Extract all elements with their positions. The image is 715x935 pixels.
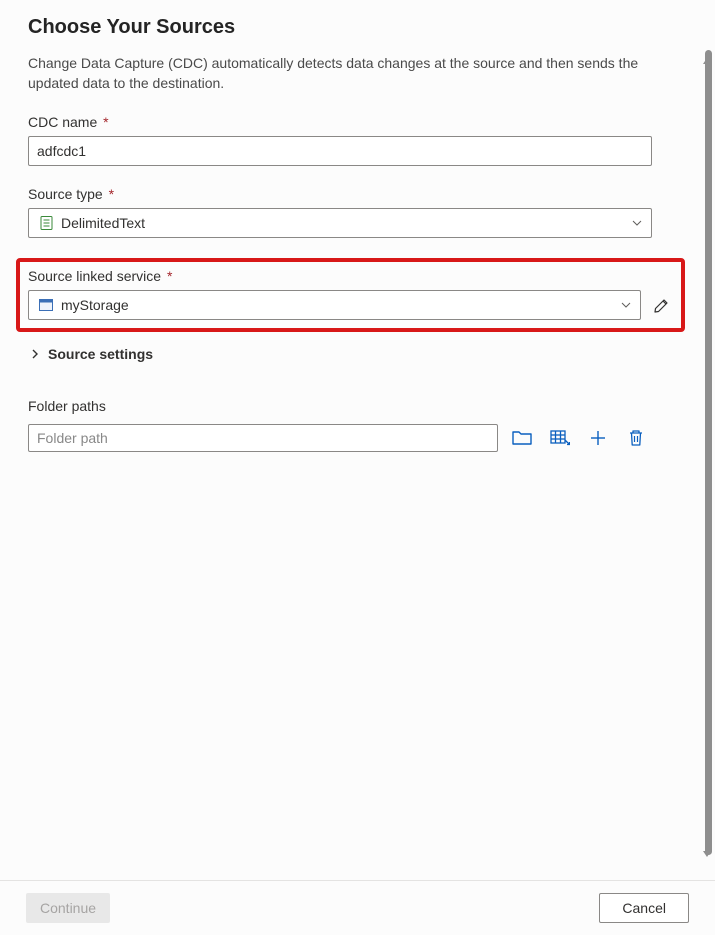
required-marker: * (103, 114, 108, 130)
cdc-name-input[interactable] (28, 136, 652, 166)
source-type-label: Source type * (28, 186, 677, 202)
required-marker: * (167, 268, 172, 284)
browse-folder-button[interactable] (512, 428, 532, 448)
linked-service-label: Source linked service * (28, 268, 673, 284)
storage-icon (39, 298, 53, 312)
source-settings-expander[interactable]: Source settings (28, 346, 677, 362)
source-type-field: Source type * DelimitedText (28, 186, 677, 238)
linked-service-select[interactable]: myStorage (28, 290, 641, 320)
folder-paths-label: Folder paths (28, 398, 677, 414)
page-title: Choose Your Sources (28, 16, 677, 39)
chevron-right-icon (28, 347, 42, 361)
continue-button[interactable]: Continue (26, 893, 110, 923)
linked-service-label-text: Source linked service (28, 268, 161, 284)
cdc-name-label-text: CDC name (28, 114, 97, 130)
delete-folder-button[interactable] (626, 428, 646, 448)
file-icon (39, 216, 53, 230)
cancel-button[interactable]: Cancel (599, 893, 689, 923)
linked-service-highlight: Source linked service * myStorage (16, 258, 685, 332)
cdc-name-field: CDC name * (28, 114, 677, 166)
preview-data-button[interactable] (550, 428, 570, 448)
footer: Continue Cancel (0, 880, 715, 935)
folder-paths-row (28, 424, 677, 452)
source-type-label-text: Source type (28, 186, 103, 202)
scroll-thumb[interactable] (705, 50, 712, 855)
source-type-select[interactable]: DelimitedText (28, 208, 652, 238)
folder-actions (512, 428, 646, 448)
add-folder-button[interactable] (588, 428, 608, 448)
source-type-value: DelimitedText (61, 215, 631, 231)
chevron-down-icon (631, 217, 643, 229)
cdc-name-label: CDC name * (28, 114, 677, 130)
folder-path-input[interactable] (28, 424, 498, 452)
edit-linked-service-button[interactable] (651, 294, 673, 316)
page-description: Change Data Capture (CDC) automatically … (28, 53, 677, 94)
linked-service-value: myStorage (61, 297, 620, 313)
chevron-down-icon (620, 299, 632, 311)
scrollbar[interactable] (703, 50, 713, 855)
scroll-down-arrow[interactable] (701, 848, 713, 860)
source-settings-label: Source settings (48, 346, 153, 362)
required-marker: * (109, 186, 114, 202)
